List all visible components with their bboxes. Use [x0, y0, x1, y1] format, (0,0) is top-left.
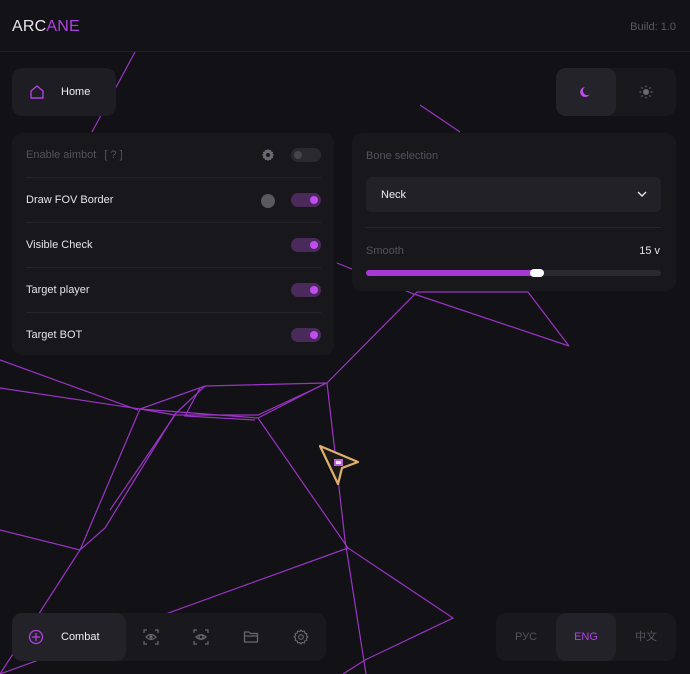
- toggle-knob: [310, 196, 318, 204]
- target-bot-row: Target BOT: [26, 313, 321, 358]
- smooth-slider[interactable]: [366, 269, 661, 277]
- toggle-knob: [310, 286, 318, 294]
- folder-icon[interactable]: [243, 629, 259, 645]
- divider: [366, 227, 661, 228]
- language-switcher: РУС ENG 中文: [496, 613, 676, 661]
- bottom-navigation: Combat: [12, 613, 326, 661]
- enable-aimbot-label: Enable aimbot [ ? ]: [26, 149, 123, 161]
- target-player-row: Target player: [26, 268, 321, 313]
- sun-icon: [639, 85, 653, 99]
- gear-icon[interactable]: [293, 629, 309, 645]
- target-bot-label: Target BOT: [26, 329, 83, 341]
- moon-icon: [580, 87, 590, 97]
- toggle-knob: [310, 331, 318, 339]
- cursor-icon: [318, 444, 360, 486]
- eye-scan-icon[interactable]: [143, 629, 159, 645]
- crosshair-icon: [28, 629, 44, 645]
- title-bar: ARCANE Build: 1.0: [0, 0, 690, 52]
- smooth-slider-fill: [366, 270, 537, 276]
- build-version: Build: 1.0: [630, 21, 676, 33]
- toggle-knob: [310, 241, 318, 249]
- target-player-label: Target player: [26, 284, 90, 296]
- visible-check-label: Visible Check: [26, 239, 93, 251]
- home-button[interactable]: Home: [12, 68, 116, 116]
- combat-label: Combat: [61, 631, 100, 643]
- draw-fov-label: Draw FOV Border: [26, 194, 114, 206]
- logo-part-1: ARC: [12, 18, 47, 35]
- lang-option-en[interactable]: ENG: [556, 613, 616, 661]
- bone-select[interactable]: Neck: [366, 177, 661, 212]
- fov-color-swatch[interactable]: [261, 194, 275, 208]
- enable-aimbot-text: Enable aimbot: [26, 149, 97, 161]
- target-player-toggle[interactable]: [291, 283, 321, 297]
- enable-aimbot-row: Enable aimbot [ ? ]: [26, 133, 321, 178]
- eye-icon[interactable]: [193, 629, 209, 645]
- visible-check-toggle[interactable]: [291, 238, 321, 252]
- help-hint[interactable]: [ ? ]: [104, 149, 122, 161]
- toggle-knob: [294, 151, 302, 159]
- enable-aimbot-toggle[interactable]: [291, 148, 321, 162]
- smooth-slider-thumb[interactable]: [530, 269, 544, 277]
- bone-selection-title: Bone selection: [366, 150, 439, 162]
- bone-settings-panel: Bone selection Neck Smooth 15 v: [352, 133, 676, 291]
- lang-option-zh[interactable]: 中文: [616, 613, 676, 661]
- draw-fov-row: Draw FOV Border: [26, 178, 321, 223]
- dark-theme-button[interactable]: [556, 68, 616, 116]
- light-theme-button[interactable]: [616, 68, 676, 116]
- app-logo: ARCANE: [12, 18, 80, 36]
- smooth-label: Smooth: [366, 245, 404, 257]
- home-icon: [30, 85, 44, 99]
- target-bot-toggle[interactable]: [291, 328, 321, 342]
- lang-option-ru[interactable]: РУС: [496, 613, 556, 661]
- gear-icon[interactable]: [261, 148, 275, 162]
- aimbot-settings-panel: Enable aimbot [ ? ] Draw FOV Border Visib…: [12, 133, 334, 355]
- visible-check-row: Visible Check: [26, 223, 321, 268]
- logo-part-2: ANE: [46, 18, 80, 35]
- combat-tab[interactable]: Combat: [12, 613, 126, 661]
- chevron-down-icon: [637, 191, 647, 197]
- theme-switcher: [556, 68, 676, 116]
- home-label: Home: [61, 86, 91, 98]
- smooth-value: 15 v: [639, 245, 660, 257]
- bone-select-value: Neck: [381, 189, 407, 201]
- draw-fov-toggle[interactable]: [291, 193, 321, 207]
